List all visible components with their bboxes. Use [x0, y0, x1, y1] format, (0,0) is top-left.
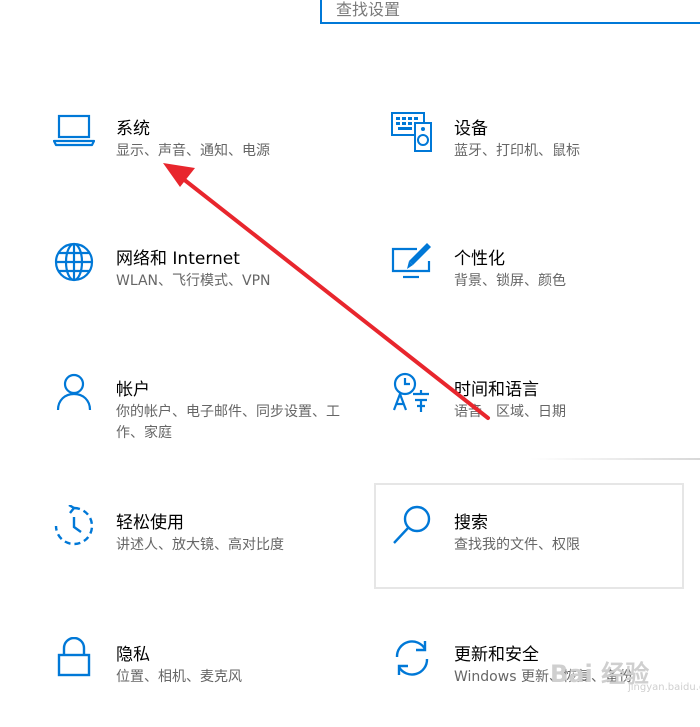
- tile-time-language-title: 时间和语言: [454, 380, 539, 400]
- search-input[interactable]: [336, 0, 676, 20]
- person-icon: [53, 372, 95, 414]
- tile-system[interactable]: 系统 显示、声音、通知、电源: [53, 111, 353, 201]
- tile-update-security[interactable]: 更新和安全 Windows 更新、恢复、备份: [391, 637, 691, 727]
- tile-ease-of-access-desc: 讲述人、放大镜、高对比度: [116, 537, 284, 553]
- tile-search-title: 搜索: [454, 513, 488, 533]
- globe-icon: [53, 241, 95, 283]
- clock-language-icon: [391, 372, 433, 414]
- tile-accounts[interactable]: 帐户 你的帐户、电子邮件、同步设置、工作、家庭: [53, 372, 353, 462]
- tile-network[interactable]: 网络和 Internet WLAN、飞行模式、VPN: [53, 241, 353, 331]
- annotation-arrow: [163, 163, 490, 420]
- tile-devices[interactable]: 设备 蓝牙、打印机、鼠标: [391, 111, 691, 201]
- search-box[interactable]: [320, 0, 700, 24]
- tile-system-desc: 显示、声音、通知、电源: [116, 143, 270, 159]
- sync-icon: [391, 637, 433, 679]
- lock-icon: [53, 637, 95, 679]
- tile-time-language-desc: 语音、区域、日期: [454, 404, 566, 420]
- tile-devices-title: 设备: [454, 119, 488, 139]
- tile-privacy[interactable]: 隐私 位置、相机、麦克风: [53, 637, 353, 727]
- tile-personalization-desc: 背景、锁屏、颜色: [454, 273, 566, 289]
- tile-personalization[interactable]: 个性化 背景、锁屏、颜色: [391, 241, 691, 331]
- tile-ease-of-access-title: 轻松使用: [116, 513, 184, 533]
- keyboard-speaker-icon: [391, 111, 433, 153]
- tile-network-title: 网络和 Internet: [116, 249, 240, 269]
- laptop-icon: [53, 111, 95, 153]
- ease-of-access-icon: [53, 505, 95, 547]
- tile-personalization-title: 个性化: [454, 249, 505, 269]
- tile-accounts-title: 帐户: [116, 380, 150, 400]
- tile-privacy-desc: 位置、相机、麦克风: [116, 669, 242, 685]
- tile-network-desc: WLAN、飞行模式、VPN: [116, 273, 271, 289]
- search-icon: [391, 505, 433, 547]
- tile-search-desc: 查找我的文件、权限: [454, 537, 580, 553]
- tile-update-security-desc: Windows 更新、恢复、备份: [454, 669, 633, 685]
- tile-accounts-desc: 你的帐户、电子邮件、同步设置、工作、家庭: [116, 404, 340, 441]
- tile-devices-desc: 蓝牙、打印机、鼠标: [454, 143, 580, 159]
- tile-ease-of-access[interactable]: 轻松使用 讲述人、放大镜、高对比度: [53, 505, 353, 595]
- tile-time-language[interactable]: 时间和语言 语音、区域、日期: [391, 372, 691, 462]
- tile-search[interactable]: 搜索 查找我的文件、权限: [391, 505, 691, 595]
- tile-system-title: 系统: [116, 119, 150, 139]
- tile-update-security-title: 更新和安全: [454, 645, 539, 665]
- paint-monitor-icon: [391, 241, 433, 283]
- tile-privacy-title: 隐私: [116, 645, 150, 665]
